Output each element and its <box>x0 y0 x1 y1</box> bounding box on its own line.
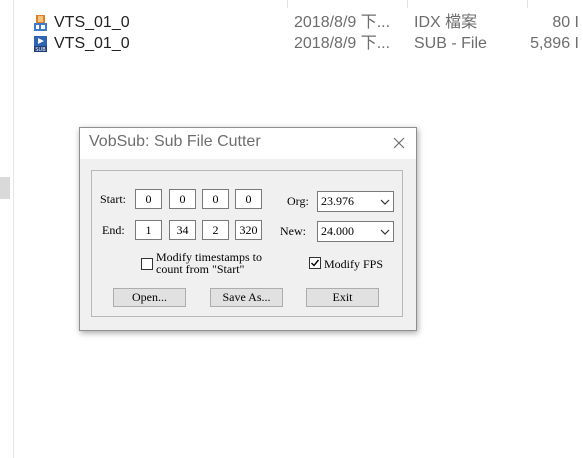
start-label: Start: <box>100 192 126 206</box>
file-type: SUB - File <box>414 35 487 52</box>
start-ms-field[interactable]: 0 <box>235 189 262 209</box>
org-label: Org: <box>287 194 309 208</box>
file-row-idx[interactable]: VTS_01_0 2018/8/9 下... IDX 檔案 80 I <box>0 13 583 33</box>
file-date: 2018/8/9 下... <box>294 35 391 52</box>
nav-pane-splitter[interactable] <box>0 177 10 199</box>
end-hours-field[interactable]: 1 <box>135 220 162 240</box>
start-hours-field[interactable]: 0 <box>135 189 162 209</box>
modify-fps-checkbox[interactable] <box>309 257 321 269</box>
end-minutes-field[interactable]: 34 <box>169 220 196 240</box>
end-label: End: <box>102 223 125 237</box>
new-fps-value: 24.000 <box>321 224 354 238</box>
open-button[interactable]: Open... <box>113 288 186 307</box>
org-fps-select[interactable]: 23.976 <box>317 191 394 212</box>
explorer-pane-edge <box>13 0 14 458</box>
close-button[interactable] <box>382 128 416 159</box>
sub-file-icon: SUB <box>33 36 48 53</box>
column-divider[interactable] <box>287 0 288 8</box>
save-as-button[interactable]: Save As... <box>210 288 283 307</box>
modify-timestamps-checkbox[interactable] <box>141 258 153 270</box>
exit-button[interactable]: Exit <box>306 288 379 307</box>
new-label: New: <box>280 224 306 238</box>
chevron-down-icon <box>380 229 390 235</box>
sub-file-cutter-dialog: VobSub: Sub File Cutter Start: 0 0 0 0 O… <box>79 127 417 331</box>
new-fps-select[interactable]: 24.000 <box>317 221 394 242</box>
column-divider[interactable] <box>407 0 408 8</box>
svg-text:SUB: SUB <box>35 47 46 52</box>
close-icon <box>393 137 405 149</box>
end-seconds-field[interactable]: 2 <box>202 220 229 240</box>
idx-file-icon <box>33 15 48 31</box>
start-minutes-field[interactable]: 0 <box>169 189 196 209</box>
file-size: 80 I <box>552 14 579 31</box>
file-size: 5,896 I <box>530 35 579 52</box>
file-date: 2018/8/9 下... <box>294 14 391 31</box>
column-divider[interactable] <box>527 0 528 8</box>
file-row-sub[interactable]: SUB VTS_01_0 2018/8/9 下... SUB - File 5,… <box>0 34 583 54</box>
dialog-title: VobSub: Sub File Cutter <box>89 133 261 150</box>
file-name: VTS_01_0 <box>54 14 130 31</box>
org-fps-value: 23.976 <box>321 194 354 208</box>
checkmark-icon <box>311 259 320 267</box>
modify-timestamps-label: Modify timestamps to count from "Start" <box>156 251 262 275</box>
start-seconds-field[interactable]: 0 <box>202 189 229 209</box>
file-name: VTS_01_0 <box>54 35 130 52</box>
title-bar[interactable]: VobSub: Sub File Cutter <box>80 128 416 159</box>
chevron-down-icon <box>380 199 390 205</box>
modify-fps-label: Modify FPS <box>324 257 384 271</box>
modify-timestamps-label-line2: count from "Start" <box>156 262 245 276</box>
end-ms-field[interactable]: 320 <box>235 220 262 240</box>
file-type: IDX 檔案 <box>414 14 478 31</box>
